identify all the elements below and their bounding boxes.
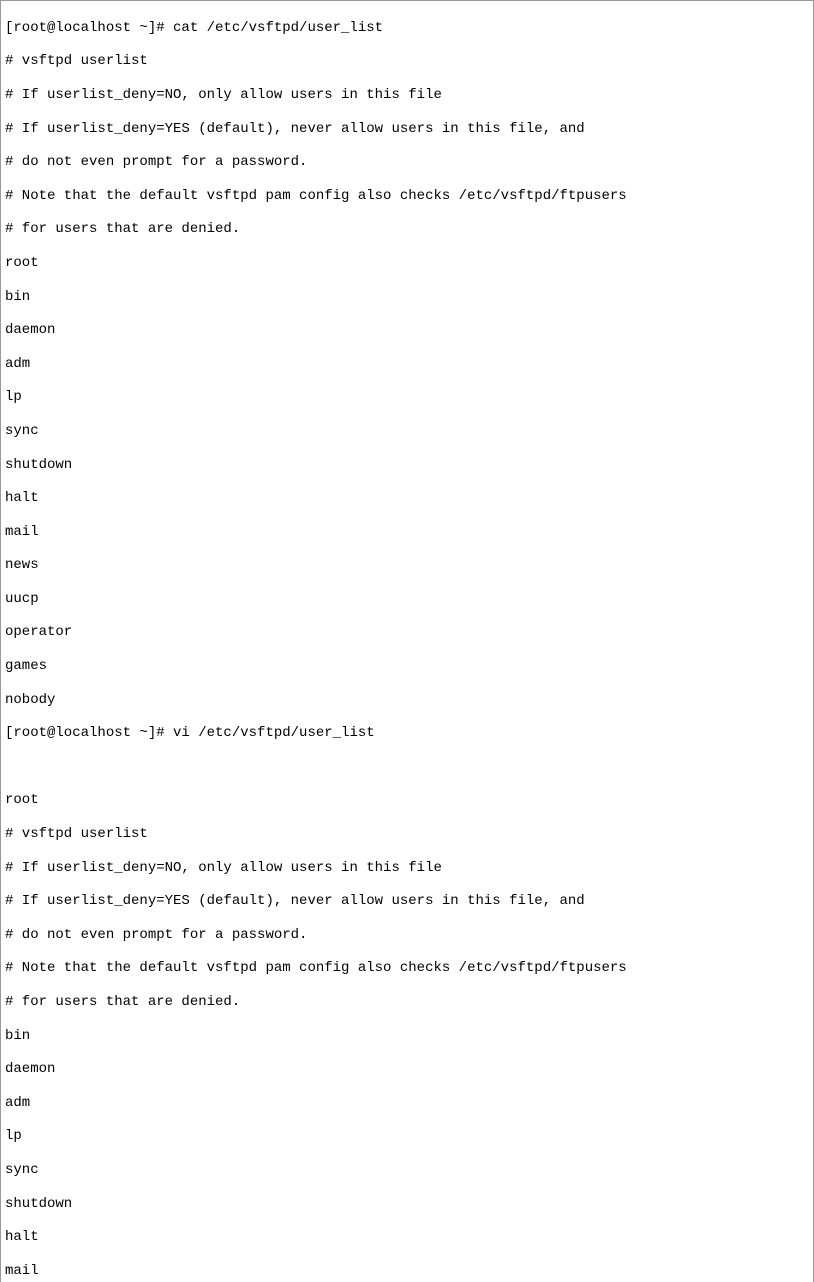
terminal-line: [root@localhost ~]# vi /etc/vsftpd/user_… [5, 725, 809, 742]
terminal-line: operator [5, 624, 809, 641]
terminal-line: # do not even prompt for a password. [5, 154, 809, 171]
terminal-line: # for users that are denied. [5, 994, 809, 1011]
terminal-line: mail [5, 1263, 809, 1280]
terminal-line: sync [5, 1162, 809, 1179]
terminal-line: uucp [5, 591, 809, 608]
terminal-line: # If userlist_deny=NO, only allow users … [5, 860, 809, 877]
terminal-line: halt [5, 1229, 809, 1246]
terminal-line: bin [5, 289, 809, 306]
terminal-line: games [5, 658, 809, 675]
terminal-line: lp [5, 389, 809, 406]
terminal-line: shutdown [5, 457, 809, 474]
terminal-line: root [5, 255, 809, 272]
terminal-line: # If userlist_deny=NO, only allow users … [5, 87, 809, 104]
terminal-line: mail [5, 524, 809, 541]
terminal-line: lp [5, 1128, 809, 1145]
terminal-line: # for users that are denied. [5, 221, 809, 238]
terminal-line: # If userlist_deny=YES (default), never … [5, 121, 809, 138]
terminal-line: news [5, 557, 809, 574]
terminal-line: # vsftpd userlist [5, 53, 809, 70]
terminal-line: adm [5, 1095, 809, 1112]
terminal-line: sync [5, 423, 809, 440]
terminal-line: bin [5, 1028, 809, 1045]
terminal-line: # Note that the default vsftpd pam confi… [5, 960, 809, 977]
terminal-line: root [5, 792, 809, 809]
terminal-line: # vsftpd userlist [5, 826, 809, 843]
terminal-line: daemon [5, 322, 809, 339]
terminal-line: # Note that the default vsftpd pam confi… [5, 188, 809, 205]
terminal-line: shutdown [5, 1196, 809, 1213]
terminal-line: nobody [5, 692, 809, 709]
terminal-window[interactable]: [root@localhost ~]# cat /etc/vsftpd/user… [0, 0, 814, 1282]
terminal-line: [root@localhost ~]# cat /etc/vsftpd/user… [5, 20, 809, 37]
terminal-line [5, 759, 809, 776]
terminal-line: adm [5, 356, 809, 373]
terminal-line: daemon [5, 1061, 809, 1078]
terminal-line: # If userlist_deny=YES (default), never … [5, 893, 809, 910]
terminal-line: halt [5, 490, 809, 507]
terminal-line: # do not even prompt for a password. [5, 927, 809, 944]
